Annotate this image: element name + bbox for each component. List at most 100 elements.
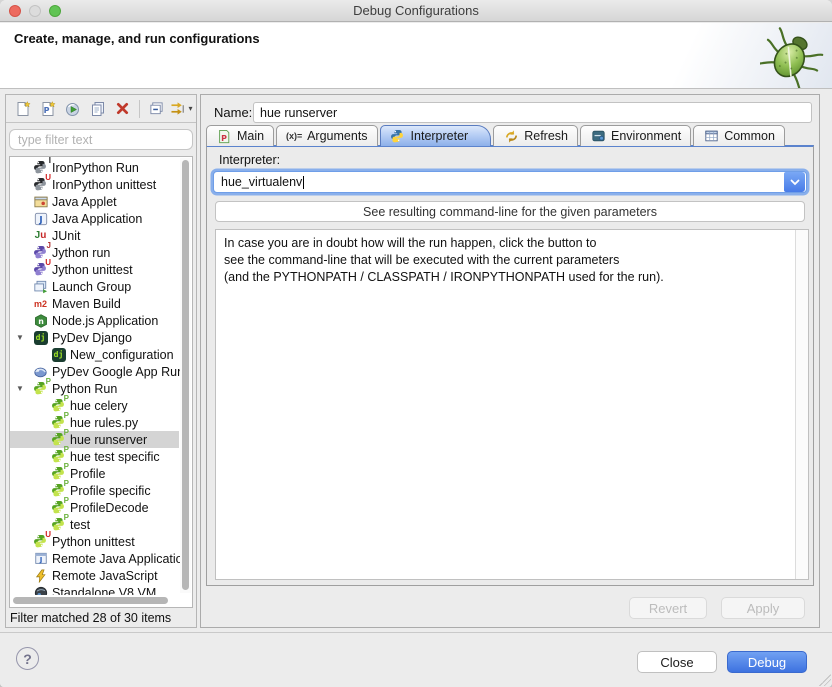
tree-item-label: Profile: [70, 467, 105, 481]
interpreter-tab-content: Interpreter: hue_virtualenv See resultin…: [206, 145, 814, 586]
tree-item-hue-rules-py[interactable]: Phue rules.py: [10, 414, 179, 431]
dialog-header-title: Create, manage, and run configurations: [14, 31, 260, 46]
tab-refresh[interactable]: Refresh: [493, 125, 578, 146]
export-config-icon: [65, 101, 81, 117]
close-button[interactable]: Close: [637, 651, 717, 673]
tab-label: Common: [724, 129, 775, 143]
tree-vertical-scrollbar[interactable]: [180, 158, 191, 593]
collapse-all-icon: [149, 101, 164, 116]
tree-item-label: Remote Java Application: [52, 552, 190, 566]
tree-item-java-applet[interactable]: Java Applet: [10, 193, 179, 210]
common-icon: [703, 129, 719, 144]
tree-item-python-run[interactable]: ▼PPython Run: [10, 380, 179, 397]
tree-item-junit[interactable]: JuJUnit: [10, 227, 179, 244]
tree-item-maven-build[interactable]: m2Maven Build: [10, 295, 179, 312]
window-title: Debug Configurations: [0, 0, 832, 22]
tab-label: Main: [237, 129, 264, 143]
revert-button[interactable]: Revert: [629, 597, 707, 619]
tree-item-jython-unittest[interactable]: UJython unittest: [10, 261, 179, 278]
apply-button[interactable]: Apply: [721, 597, 805, 619]
tree-item-label: New_configuration: [70, 348, 174, 362]
help-button[interactable]: ?: [16, 647, 39, 670]
tree-item-label: test: [70, 518, 90, 532]
delete-launch-configuration-button[interactable]: [110, 98, 135, 120]
expand-arrow-icon[interactable]: ▼: [16, 333, 24, 342]
tree-item-label: Jython unittest: [52, 263, 133, 277]
jython-unittest-icon: U: [32, 262, 49, 278]
tree-item-hue-test-specific[interactable]: Phue test specific: [10, 448, 179, 465]
launch-group-icon: [32, 279, 49, 295]
tree-item-pydev-django[interactable]: ▼ djPyDev Django: [10, 329, 179, 346]
delete-icon: [116, 102, 129, 115]
tree-item-launch-group[interactable]: Launch Group: [10, 278, 179, 295]
name-label: Name:: [214, 105, 252, 120]
info-line: (and the PYTHONPATH / CLASSPATH / IRONPY…: [224, 269, 788, 286]
export-launch-configurations-button[interactable]: [60, 98, 85, 120]
duplicate-launch-configuration-button[interactable]: [85, 98, 110, 120]
collapse-all-button[interactable]: [144, 98, 169, 120]
interpreter-combo[interactable]: hue_virtualenv: [213, 171, 807, 193]
django-icon: dj: [32, 330, 49, 346]
tree-item-label: hue celery: [70, 399, 128, 413]
tree-item-java-application[interactable]: JJava Application: [10, 210, 179, 227]
tab-label: Refresh: [524, 129, 568, 143]
tree-item-node-js-application[interactable]: nNode.js Application: [10, 312, 179, 329]
nodejs-icon: n: [32, 313, 49, 329]
ironpython-unittest-icon: U: [32, 177, 49, 193]
new-prototype-icon: P: [40, 101, 56, 117]
name-input[interactable]: [253, 102, 812, 123]
tree-item-remote-java-application[interactable]: JRemote Java Application: [10, 550, 179, 567]
tree-item-ironpython-run[interactable]: IIronPython Run: [10, 159, 179, 176]
expand-arrow-icon[interactable]: ▼: [16, 384, 24, 393]
tree-item-label: Python unittest: [52, 535, 135, 549]
django-icon: dj: [50, 347, 67, 363]
new-prototype-button[interactable]: P: [35, 98, 60, 120]
tree-item-ironpython-unittest[interactable]: UIronPython unittest: [10, 176, 179, 193]
tab-interpreter[interactable]: Interpreter: [380, 125, 492, 146]
see-command-line-button[interactable]: See resulting command-line for the given…: [215, 201, 805, 222]
filter-input[interactable]: [9, 129, 193, 150]
java-applet-icon: [32, 194, 49, 210]
dialog-body: P▾ IIronPython RunUIronPython unittestJa…: [0, 89, 832, 632]
configurations-toolbar: P▾: [6, 95, 196, 123]
remote-java-icon: J: [32, 551, 49, 567]
combo-dropdown-button[interactable]: [784, 172, 805, 192]
remote-js-icon: [32, 568, 49, 584]
svg-text:n: n: [38, 317, 44, 326]
tab-label: Arguments: [307, 129, 367, 143]
tree-horizontal-scrollbar[interactable]: [11, 595, 178, 606]
tree-item-profile-specific[interactable]: PProfile specific: [10, 482, 179, 499]
tree-item-hue-celery[interactable]: Phue celery: [10, 397, 179, 414]
tree-item-label: JUnit: [52, 229, 80, 243]
svg-text:J: J: [38, 556, 42, 564]
tree-item-label: IronPython Run: [52, 161, 139, 175]
tree-item-label: PyDev Django: [52, 331, 132, 345]
debug-button[interactable]: Debug: [727, 651, 807, 673]
tree-item-profile[interactable]: PProfile: [10, 465, 179, 482]
tab-environment[interactable]: Environment: [580, 125, 691, 146]
tab-arguments[interactable]: (x)= Arguments: [276, 125, 377, 146]
tab-label: Interpreter: [411, 129, 469, 143]
info-vertical-scrollbar[interactable]: [795, 230, 808, 579]
tab-bar: PMain (x)= Arguments Interpreter Refresh Envi…: [206, 125, 814, 146]
tree-item-profiledecode[interactable]: PProfileDecode: [10, 499, 179, 516]
command-line-info-text: In case you are in doubt how will the ru…: [224, 235, 788, 286]
filter-launch-configurations-button[interactable]: ▾: [169, 98, 194, 120]
tree-item-pydev-google-app-run[interactable]: PyDev Google App Run: [10, 363, 179, 380]
text-cursor: [303, 176, 304, 189]
tab-common[interactable]: Common: [693, 125, 785, 146]
arguments-icon: (x)=: [286, 129, 302, 144]
tree-item-jython-run[interactable]: JJython run: [10, 244, 179, 261]
filter-match-status: Filter matched 28 of 30 items: [10, 611, 171, 625]
tree-item-test[interactable]: Ptest: [10, 516, 179, 533]
resize-grip[interactable]: [819, 674, 831, 686]
tree-item-hue-runserver[interactable]: Phue runserver: [10, 431, 179, 448]
tree-item-python-unittest[interactable]: UPython unittest: [10, 533, 179, 550]
tree-item-label: hue runserver: [70, 433, 147, 447]
new-launch-configuration-button[interactable]: [10, 98, 35, 120]
tree-item-remote-javascript[interactable]: Remote JavaScript: [10, 567, 179, 584]
info-line: In case you are in doubt how will the ru…: [224, 235, 788, 252]
tree-item-new-configuration[interactable]: djNew_configuration: [10, 346, 179, 363]
tab-main[interactable]: PMain: [206, 125, 274, 146]
name-row: Name:: [201, 102, 819, 123]
